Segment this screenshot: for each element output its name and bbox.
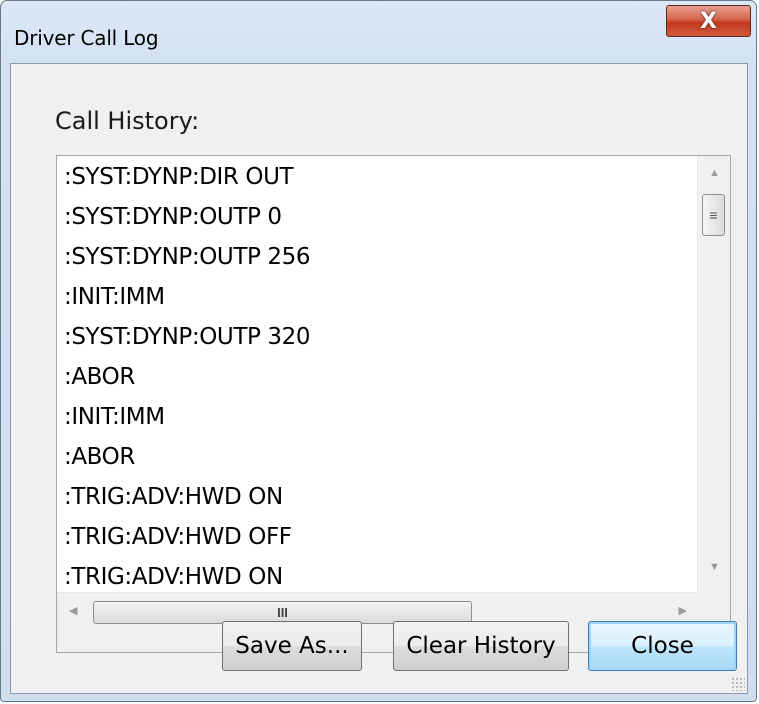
list-item[interactable]: :TRIG:ADV:HWD OFF	[64, 524, 292, 550]
title-bar[interactable]: Driver Call Log X	[1, 1, 756, 63]
window-title: Driver Call Log	[14, 26, 159, 50]
list-item[interactable]: :SYST:DYNP:OUTP 256	[64, 244, 310, 270]
dialog-client-area: Call History: :SYST:DYNP:DIR OUT :SYST:D…	[10, 63, 748, 694]
scroll-down-arrow-icon[interactable]: ▼	[709, 562, 720, 573]
close-button[interactable]: Close	[588, 621, 737, 671]
list-item[interactable]: :INIT:IMM	[64, 284, 165, 310]
vertical-scrollbar[interactable]: ▲ ≡ ▼	[697, 156, 730, 593]
list-viewport: :SYST:DYNP:DIR OUT :SYST:DYNP:OUTP 0 :SY…	[57, 156, 697, 593]
list-item[interactable]: :ABOR	[64, 444, 135, 470]
scroll-right-arrow-icon[interactable]: ▶	[679, 606, 687, 617]
list-item[interactable]: :SYST:DYNP:OUTP 320	[64, 324, 310, 350]
list-item[interactable]: :SYST:DYNP:DIR OUT	[64, 164, 294, 190]
close-icon: X	[700, 8, 717, 34]
vertical-scroll-thumb[interactable]: ≡	[702, 194, 725, 236]
scroll-up-arrow-icon[interactable]: ▲	[709, 168, 720, 179]
scroll-left-arrow-icon[interactable]: ◀	[69, 606, 77, 617]
dialog-window: Driver Call Log X Call History: :SYST:DY…	[0, 0, 757, 702]
list-item[interactable]: :ABOR	[64, 364, 135, 390]
list-item[interactable]: :INIT:IMM	[64, 404, 165, 430]
call-history-list[interactable]: :SYST:DYNP:DIR OUT :SYST:DYNP:OUTP 0 :SY…	[56, 155, 731, 653]
grip-icon: ≡	[709, 207, 718, 223]
clear-history-button[interactable]: Clear History	[393, 621, 569, 671]
list-item[interactable]: :TRIG:ADV:HWD ON	[64, 564, 283, 590]
list-item[interactable]: :TRIG:ADV:HWD ON	[64, 484, 283, 510]
grip-icon: III	[277, 605, 288, 620]
list-item[interactable]: :SYST:DYNP:OUTP 0	[64, 204, 282, 230]
call-history-label: Call History:	[55, 107, 200, 135]
resize-grip-icon[interactable]	[731, 677, 745, 691]
save-as-button[interactable]: Save As...	[222, 621, 362, 671]
close-window-button[interactable]: X	[666, 5, 751, 37]
